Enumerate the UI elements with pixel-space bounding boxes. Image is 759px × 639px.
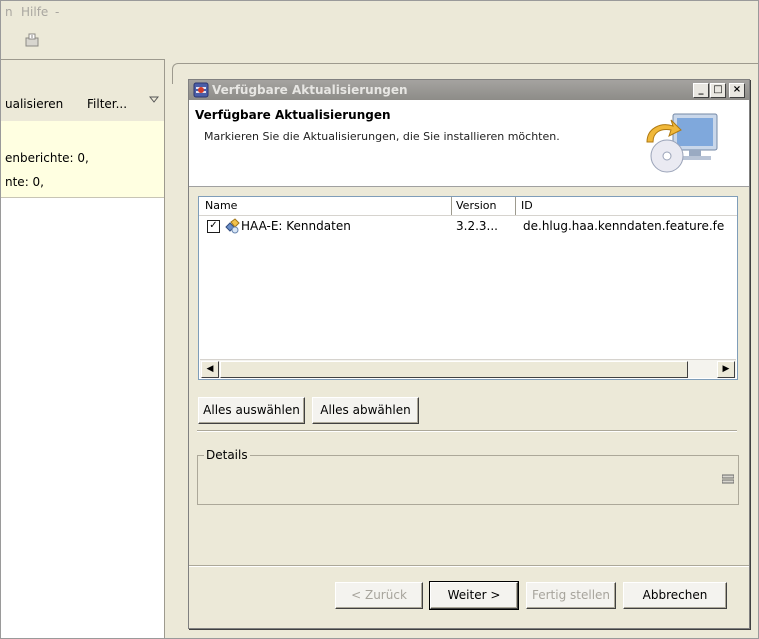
column-name[interactable]: Name — [205, 199, 237, 212]
filter-action[interactable]: Filter... — [87, 97, 127, 111]
updates-table: Name Version ID ✓ HAA-E: Kenndaten 3.2.3… — [198, 196, 738, 380]
table-header: Name Version ID — [199, 197, 737, 216]
column-id[interactable]: ID — [521, 199, 533, 212]
scroll-right-icon[interactable]: ▶ — [717, 361, 735, 378]
feature-plugin-icon — [224, 218, 240, 234]
menu-bar: n Hilfe - — [1, 1, 758, 21]
close-button[interactable]: × — [729, 83, 745, 98]
cancel-button[interactable]: Abbrechen — [623, 582, 727, 609]
horizontal-scrollbar[interactable]: ◀ ▶ — [200, 359, 736, 378]
menu-item-help[interactable]: Hilfe — [21, 5, 48, 19]
checkbox-checked-icon[interactable]: ✓ — [207, 220, 220, 233]
dialog-title: Verfügbare Aktualisierungen — [212, 83, 408, 97]
update-dialog: Verfügbare Aktualisierungen _ □ × Verfüg… — [188, 79, 750, 629]
view-menu-icon[interactable] — [148, 93, 160, 107]
menu-separator: - — [55, 5, 60, 19]
application-window: n Hilfe - ualisieren Filter... enbericht… — [0, 0, 759, 639]
left-view: ualisieren Filter... enberichte: 0, nte:… — [1, 59, 165, 638]
dialog-header: Verfügbare Aktualisierungen Markieren Si… — [189, 100, 749, 187]
header-description: Markieren Sie die Aktualisierungen, die … — [204, 130, 560, 143]
dialog-titlebar[interactable]: Verfügbare Aktualisierungen _ □ × — [189, 80, 749, 100]
finish-button[interactable]: Fertig stellen — [526, 582, 616, 609]
deselect-all-button[interactable]: Alles abwählen — [312, 397, 419, 424]
back-button[interactable]: < Zurück — [335, 582, 423, 609]
expand-details-icon[interactable] — [721, 473, 735, 484]
scroll-left-icon[interactable]: ◀ — [201, 361, 219, 378]
next-button[interactable]: Weiter > — [429, 581, 519, 610]
summary-line-2: nte: 0, — [5, 175, 44, 189]
column-version[interactable]: Version — [456, 199, 496, 212]
scrollbar-thumb[interactable] — [220, 361, 688, 378]
header-title: Verfügbare Aktualisierungen — [195, 108, 391, 122]
details-label: Details — [204, 448, 250, 462]
computer-cd-update-icon — [621, 108, 733, 178]
details-group: Details — [197, 448, 739, 505]
left-view-toolbar: ualisieren Filter... — [1, 87, 164, 122]
eclipse-update-icon — [193, 82, 209, 98]
left-view-tabstrip — [1, 59, 164, 89]
save-toolbar-icon[interactable] — [23, 31, 41, 49]
button-bar-divider — [189, 565, 749, 567]
summary-line-1: enberichte: 0, — [5, 151, 89, 165]
row-name: HAA-E: Kenndaten — [241, 219, 351, 233]
minimize-button[interactable]: _ — [693, 83, 709, 98]
update-action[interactable]: ualisieren — [5, 97, 63, 111]
maximize-button[interactable]: □ — [710, 83, 726, 98]
table-row[interactable]: ✓ HAA-E: Kenndaten 3.2.3... de.hlug.haa.… — [199, 218, 737, 236]
menu-item-partial[interactable]: n — [5, 5, 13, 19]
divider — [197, 430, 737, 432]
row-version: 3.2.3... — [456, 219, 498, 233]
row-id: de.hlug.haa.kenndaten.feature.fe — [523, 219, 725, 233]
select-all-button[interactable]: Alles auswählen — [198, 397, 305, 424]
